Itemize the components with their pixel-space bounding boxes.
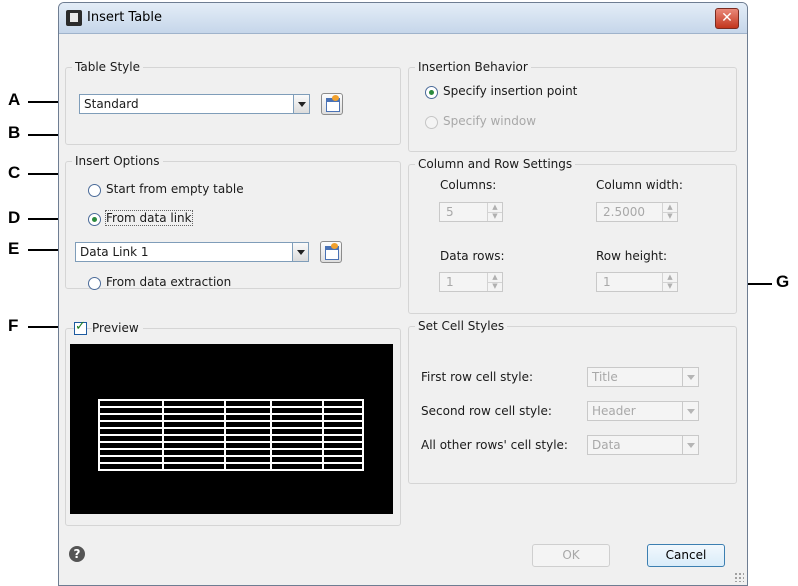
help-icon[interactable]: ? [69, 546, 85, 562]
spin-down-icon[interactable]: ▼ [487, 212, 502, 221]
insert-options-group: Insert Options [65, 154, 401, 289]
insertion-behavior-legend: Insertion Behavior [415, 60, 531, 74]
preview-row [98, 427, 364, 429]
spin-down-icon[interactable]: ▼ [662, 282, 677, 291]
insert-table-dialog: Insert Table ✕ Table Style Standard Inse… [58, 2, 748, 586]
start-from-empty-label: Start from empty table [106, 182, 244, 196]
preview-row [98, 462, 364, 464]
preview-row [98, 441, 364, 443]
first-row-style-value: Title [592, 370, 618, 384]
preview-row [98, 469, 364, 471]
row-height-label: Row height: [596, 249, 668, 263]
preview-row [98, 399, 364, 401]
chevron-down-icon[interactable] [682, 367, 699, 387]
columns-value: 5 [446, 205, 454, 219]
callout-c: C [8, 163, 21, 182]
preview-checkbox[interactable] [74, 319, 87, 335]
columns-label: Columns: [440, 178, 497, 192]
preview-label: Preview [92, 321, 143, 335]
resize-grip-icon[interactable] [734, 572, 744, 582]
chevron-down-icon[interactable] [682, 401, 699, 421]
callout-a: A [8, 90, 21, 109]
table-style-dialog-button[interactable] [321, 93, 343, 115]
second-row-style-select[interactable]: Header [587, 401, 699, 421]
window-title: Insert Table [87, 10, 163, 25]
spin-down-icon[interactable]: ▼ [662, 212, 677, 221]
preview-row [98, 420, 364, 422]
table-style-select[interactable]: Standard [79, 94, 310, 114]
from-data-link-radio[interactable] [88, 213, 101, 226]
insert-options-legend: Insert Options [72, 154, 163, 168]
column-row-legend: Column and Row Settings [415, 157, 576, 171]
preview-row [98, 455, 364, 457]
callout-g: G [776, 272, 790, 291]
callout-d: D [8, 208, 21, 227]
columns-spinner[interactable]: 5 ▲ ▼ [439, 202, 503, 222]
data-link-manager-button[interactable] [320, 241, 342, 263]
ok-button[interactable]: OK [532, 544, 610, 567]
preview-pane [70, 344, 393, 514]
preview-col [224, 399, 226, 471]
specify-window-radio[interactable] [425, 116, 438, 129]
cancel-button[interactable]: Cancel [647, 544, 725, 567]
data-link-value: Data Link 1 [80, 245, 149, 259]
specify-insertion-point-radio[interactable] [425, 86, 438, 99]
chevron-down-icon[interactable] [292, 242, 309, 262]
chevron-down-icon[interactable] [293, 94, 310, 114]
other-rows-style-select[interactable]: Data [587, 435, 699, 455]
column-width-value: 2.5000 [603, 205, 645, 219]
row-height-spinner[interactable]: 1 ▲ ▼ [596, 272, 678, 292]
callout-e: E [8, 239, 20, 258]
preview-col [162, 399, 164, 471]
start-from-empty-radio[interactable] [88, 184, 101, 197]
table-style-dialog-icon [326, 95, 340, 112]
app-icon [66, 10, 82, 26]
column-width-spinner[interactable]: 2.5000 ▲ ▼ [596, 202, 678, 222]
second-row-style-value: Header [592, 404, 636, 418]
from-data-extraction-label: From data extraction [106, 275, 232, 289]
preview-col [362, 399, 364, 471]
table-style-legend: Table Style [72, 60, 143, 74]
data-rows-value: 1 [446, 275, 454, 289]
preview-col [98, 399, 100, 471]
from-data-extraction-radio[interactable] [88, 277, 101, 290]
preview-row [98, 434, 364, 436]
callout-f: F [8, 316, 19, 335]
data-link-select[interactable]: Data Link 1 [75, 242, 309, 262]
second-row-style-label: Second row cell style: [421, 404, 552, 418]
specify-window-label: Specify window [443, 114, 537, 128]
chevron-down-icon[interactable] [682, 435, 699, 455]
table-style-value: Standard [84, 97, 139, 111]
data-link-manager-icon [325, 243, 339, 260]
cell-styles-legend: Set Cell Styles [415, 319, 508, 333]
from-data-link-label: From data link [105, 210, 193, 226]
preview-row [98, 448, 364, 450]
spin-down-icon[interactable]: ▼ [487, 282, 502, 291]
other-rows-style-value: Data [592, 438, 621, 452]
first-row-style-select[interactable]: Title [587, 367, 699, 387]
preview-col [322, 399, 324, 471]
specify-insertion-point-label: Specify insertion point [443, 84, 578, 98]
close-button[interactable]: ✕ [715, 8, 739, 29]
data-rows-label: Data rows: [440, 249, 505, 263]
row-height-value: 1 [603, 275, 611, 289]
insertion-behavior-group: Insertion Behavior [408, 60, 737, 152]
column-width-label: Column width: [596, 178, 683, 192]
first-row-style-label: First row cell style: [421, 370, 533, 384]
preview-row [98, 413, 364, 415]
other-rows-style-label: All other rows' cell style: [421, 438, 568, 452]
callout-b: B [8, 123, 21, 142]
data-rows-spinner[interactable]: 1 ▲ ▼ [439, 272, 503, 292]
title-bar: Insert Table ✕ [59, 3, 747, 34]
preview-col [270, 399, 272, 471]
preview-row [98, 406, 364, 408]
